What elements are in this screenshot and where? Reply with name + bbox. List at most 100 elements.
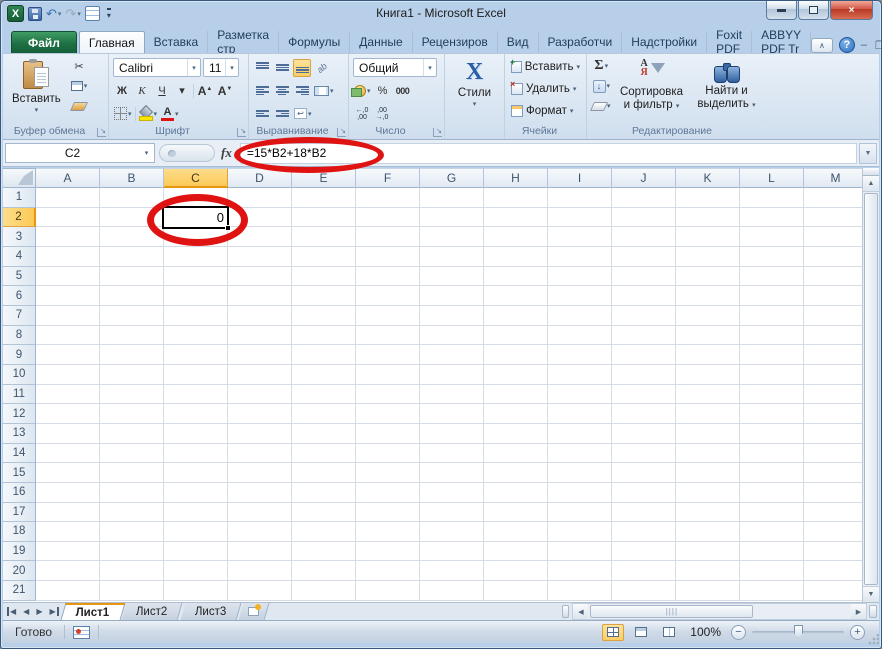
sort-filter-button[interactable]: АЯ Сортировка и фильтр ▾ [614,57,690,123]
help-icon[interactable]: ? [839,37,855,53]
row-header-5[interactable]: 5 [3,267,36,287]
previous-sheet-button[interactable]: ◀ [23,607,29,616]
decrease-indent-button[interactable] [253,105,271,123]
font-family-dropdown[interactable]: ▾ [187,59,200,76]
active-cell-C2[interactable]: 0 [162,206,229,229]
italic-button[interactable]: К [133,82,151,100]
sheet-tab-1[interactable]: Лист1 [60,603,124,620]
name-box-dropdown[interactable]: ▾ [139,144,154,162]
zoom-in-button[interactable]: + [850,625,865,640]
first-sheet-button[interactable]: ◀ [7,607,16,616]
row-header-1[interactable]: 1 [3,188,36,208]
sheet-tab-2[interactable]: Лист2 [122,603,183,620]
vertical-scroll-thumb[interactable] [864,193,878,585]
grid-cells-row-5[interactable] [36,267,879,287]
bold-button[interactable]: Ж [113,82,131,100]
grid-cells-row-19[interactable] [36,542,879,562]
workbook-minimize-icon[interactable]: – [861,39,867,52]
close-button[interactable]: × [830,1,873,20]
align-middle-button[interactable] [273,59,291,77]
grid-cells-row-12[interactable] [36,404,879,424]
percent-format-button[interactable]: % [374,82,392,100]
styles-dropdown[interactable]: ▾ [473,100,477,108]
column-header-J[interactable]: J [612,168,676,188]
tab-file[interactable]: Файл [11,31,77,53]
row-header-12[interactable]: 12 [3,404,36,424]
underline-dropdown[interactable]: ▾ [173,82,191,100]
wrap-text-button[interactable]: ↩▾ [293,105,313,123]
align-center-button[interactable] [273,82,291,100]
zoom-level[interactable]: 100% [690,625,721,639]
font-dialog-launcher[interactable]: ↘ [237,128,246,137]
alignment-dialog-launcher[interactable]: ↘ [337,128,346,137]
row-header-18[interactable]: 18 [3,522,36,542]
tab-splitter[interactable] [562,605,569,618]
scroll-left-arrow[interactable]: ◀ [573,604,588,619]
grid-cells-row-15[interactable] [36,463,879,483]
grid-cells-row-1[interactable] [36,188,879,208]
decrease-decimal-button[interactable]: ,00 →,0 [373,105,391,123]
last-sheet-button[interactable]: ▶ [49,607,58,616]
orientation-button[interactable]: ab [313,59,331,77]
paste-button[interactable]: Вставить ▾ [7,57,66,123]
copy-button[interactable]: ▾ [70,77,89,95]
grid-cells-row-7[interactable] [36,306,879,326]
grid-cells-row-21[interactable] [36,581,879,601]
clipboard-dialog-launcher[interactable]: ↘ [97,128,106,137]
merge-center-button[interactable]: ▾ [313,82,335,100]
ribbon-tab-4[interactable]: Данные [350,31,412,53]
row-header-6[interactable]: 6 [3,286,36,306]
macro-record-icon[interactable] [73,626,90,639]
row-header-3[interactable]: 3 [3,227,36,247]
column-header-C[interactable]: C [164,168,228,188]
cut-button[interactable]: ✂ [70,57,89,75]
fill-button[interactable]: ↓▾ [591,77,612,95]
number-dialog-launcher[interactable]: ↘ [433,128,442,137]
ribbon-tab-2[interactable]: Разметка стр [208,31,279,53]
horizontal-scroll-thumb[interactable] [590,605,753,618]
ribbon-tab-8[interactable]: Надстройки [622,31,707,53]
insert-function-button[interactable]: fx [219,145,240,161]
ribbon-tab-7[interactable]: Разработчи [539,31,623,53]
increase-indent-button[interactable] [273,105,291,123]
row-header-9[interactable]: 9 [3,345,36,365]
name-box[interactable]: C2 ▾ [5,143,155,163]
column-header-E[interactable]: E [292,168,356,188]
format-cells-button[interactable]: Формат▾ [509,101,582,121]
ribbon-tab-9[interactable]: Foxit PDF [707,31,752,53]
autosum-button[interactable]: Σ▾ [591,57,612,75]
grid-cells-row-13[interactable] [36,424,879,444]
grid-cells-row-4[interactable] [36,247,879,267]
column-header-A[interactable]: A [36,168,100,188]
ribbon-tab-0[interactable]: Главная [79,31,145,53]
number-format-combo[interactable]: Общий▾ [353,58,437,77]
row-header-15[interactable]: 15 [3,463,36,483]
ribbon-tab-1[interactable]: Вставка [145,31,209,53]
align-bottom-button[interactable] [293,59,311,77]
formula-input[interactable]: =15*B2+18*B2 [240,143,857,164]
column-header-K[interactable]: K [676,168,740,188]
ribbon-tab-6[interactable]: Вид [498,31,539,53]
vertical-split-handle[interactable] [863,168,879,176]
grid-cells-row-10[interactable] [36,365,879,385]
collapse-ribbon-button[interactable]: ∧ [811,38,833,53]
ribbon-tab-5[interactable]: Рецензиров [413,31,498,53]
column-header-B[interactable]: B [100,168,164,188]
grid-cells-row-9[interactable] [36,345,879,365]
shrink-font-button[interactable]: А▼ [216,82,234,100]
grow-font-button[interactable]: А▲ [196,82,214,100]
zoom-out-button[interactable]: − [731,625,746,640]
expand-formula-bar-button[interactable]: ▼ [859,143,877,164]
insert-sheet-button[interactable] [239,603,270,620]
page-layout-view-button[interactable] [630,624,652,641]
row-header-19[interactable]: 19 [3,542,36,562]
restore-button[interactable] [798,1,829,20]
normal-view-button[interactable] [602,624,624,641]
grid-cells-row-16[interactable] [36,483,879,503]
row-header-21[interactable]: 21 [3,581,36,601]
row-header-17[interactable]: 17 [3,503,36,523]
currency-format-button[interactable]: ▾ [353,82,372,100]
zoom-slider-thumb[interactable] [794,625,803,638]
next-sheet-button[interactable]: ▶ [36,607,42,616]
grid-cells-row-20[interactable] [36,561,879,581]
